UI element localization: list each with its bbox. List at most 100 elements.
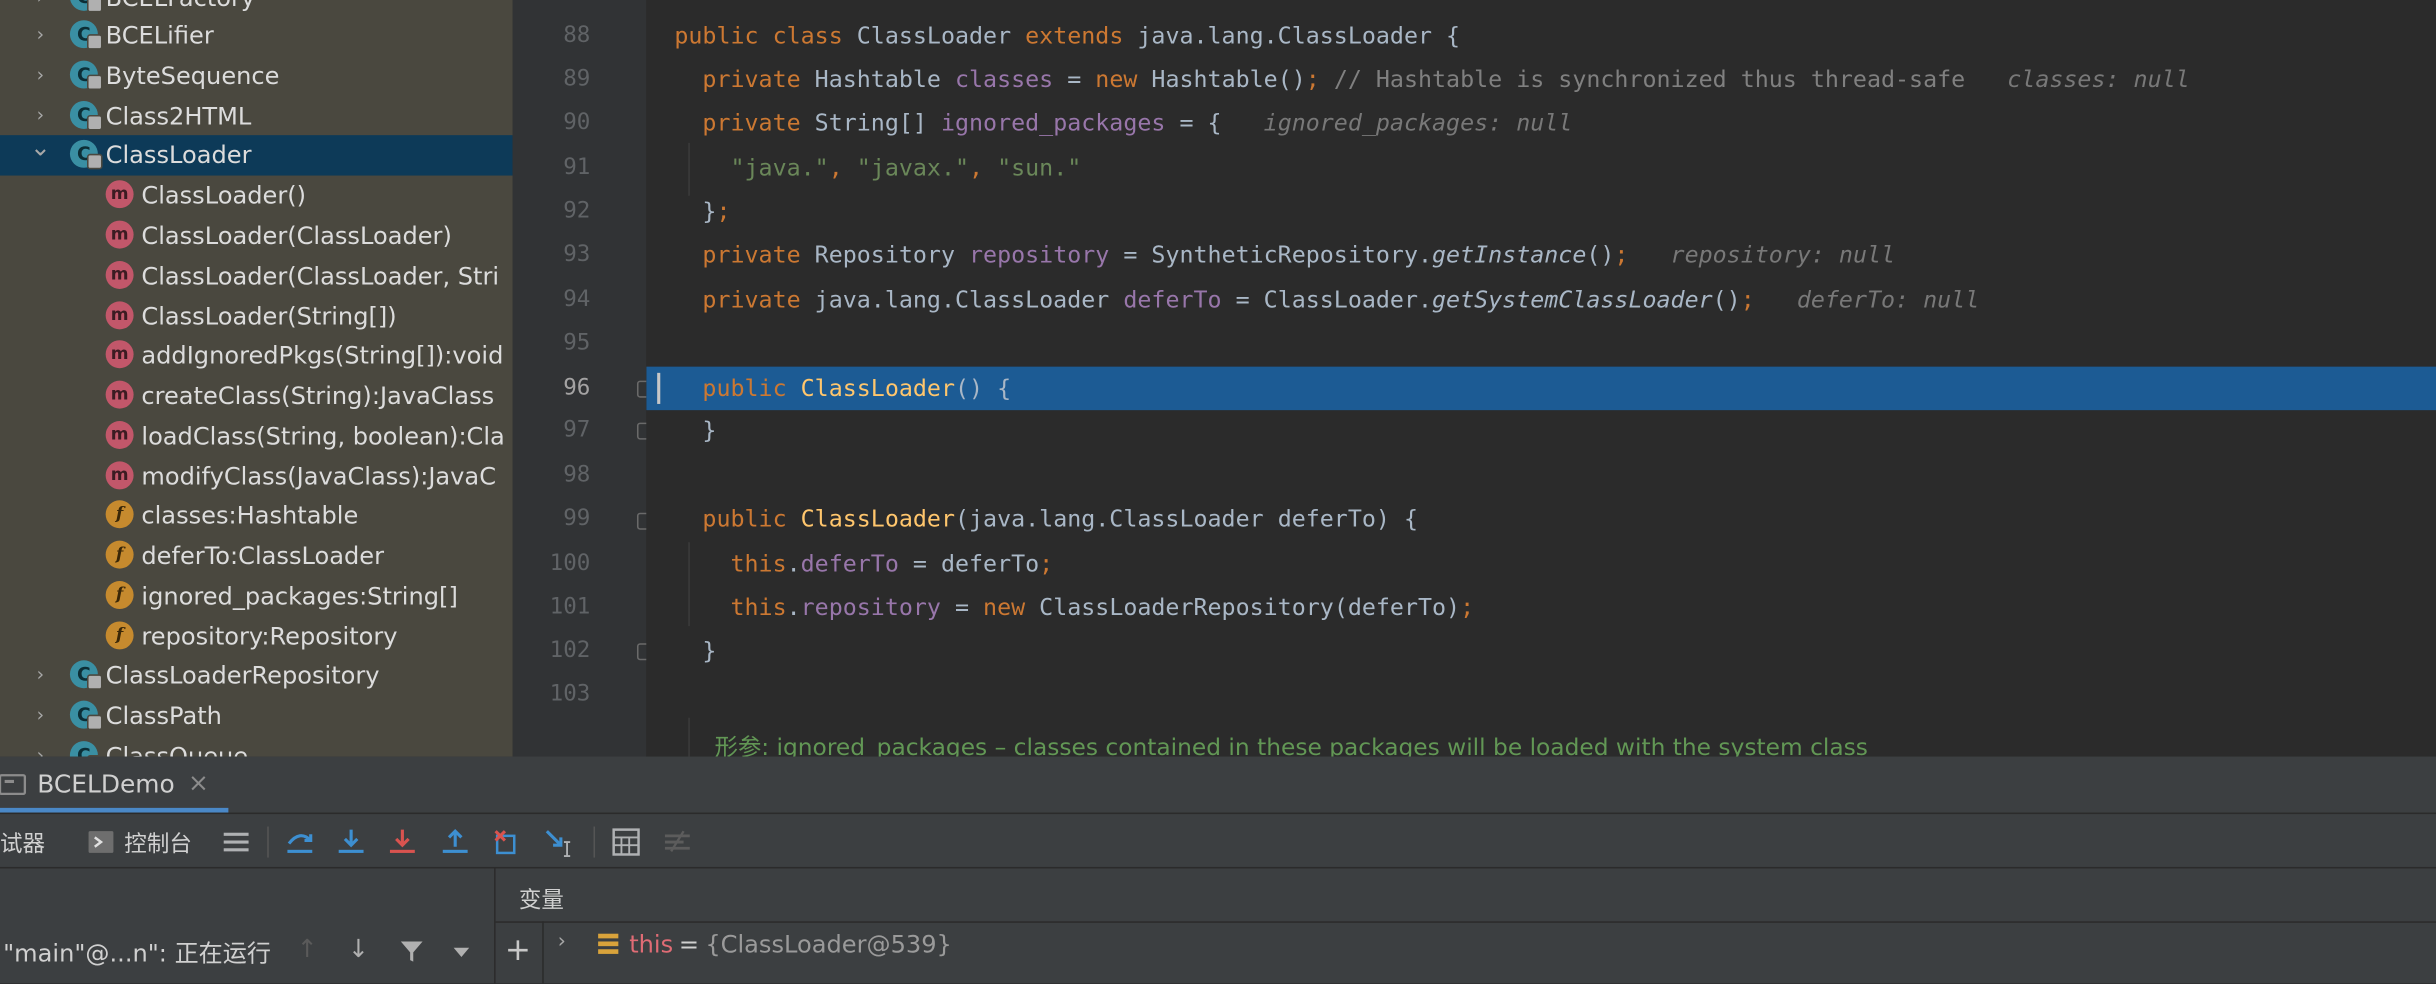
code-line-88: public class ClassLoader extends java.la… (674, 21, 1461, 50)
chevron-right-icon[interactable]: › (30, 62, 52, 87)
arrow-down-icon[interactable]: ↓ (348, 934, 369, 964)
tree-item-label: ignored_packages:String[] (141, 582, 458, 611)
tree-item[interactable]: f repository:Repository (0, 617, 513, 657)
close-icon[interactable]: × (188, 767, 209, 797)
tree-item-label: ClassLoader(String[]) (141, 302, 397, 331)
tree-item[interactable]: m loadClass(String, boolean):Cla (0, 416, 513, 456)
tree-item[interactable]: › C Class2HTML (0, 96, 513, 136)
tree-item[interactable]: m ClassLoader(ClassLoader, Stri (0, 256, 513, 296)
tree-item[interactable]: › C ClassLoaderRepository (0, 656, 513, 696)
line-number: 96 (563, 375, 591, 401)
tree-item[interactable]: › CClassQueue (0, 736, 513, 757)
class-icon: C (69, 60, 103, 91)
tree-item[interactable]: ⌄ C ClassLoader (0, 134, 513, 176)
variables-title: 变量 (518, 888, 564, 914)
tree-item[interactable]: m ClassLoader() (0, 176, 513, 216)
tree-item-label: deferTo:ClassLoader (141, 542, 384, 571)
tree-item[interactable]: f ignored_packages:String[] (0, 576, 513, 616)
chevron-right-icon[interactable]: › (30, 702, 52, 727)
tree-item-label: BCELifier (105, 21, 214, 50)
console-icon (88, 831, 114, 853)
lock-icon (87, 714, 103, 731)
force-step-into-icon[interactable] (387, 827, 418, 858)
inline-value-hint: classes: null (2007, 65, 2190, 94)
variable-value: {ClassLoader@539} (705, 930, 952, 959)
step-out-icon[interactable] (440, 827, 471, 858)
step-into-icon[interactable] (336, 827, 367, 858)
line-number: 89 (563, 66, 591, 92)
tree-item[interactable]: f deferTo:ClassLoader (0, 536, 513, 576)
tree-item[interactable]: f classes:Hashtable (0, 496, 513, 536)
lock-icon (87, 153, 103, 170)
code-editor[interactable]: public class ClassLoader extends java.la… (646, 0, 2436, 757)
filter-icon[interactable] (399, 938, 424, 963)
class-icon: C (69, 139, 103, 170)
tree-item[interactable]: m createClass(String):JavaClass (0, 376, 513, 416)
code-line-96-execution-point: public ClassLoader() { (646, 366, 2436, 411)
class-icon: C (69, 700, 103, 731)
code-line-89: private Hashtable classes = new Hashtabl… (702, 65, 2190, 94)
trace-current-stream-icon[interactable] (662, 827, 693, 858)
method-icon: m (105, 301, 134, 330)
object-field-icon (598, 933, 619, 954)
tree-item-label: Class2HTML (105, 102, 252, 131)
add-watch-icon[interactable]: + (505, 934, 531, 965)
run-to-cursor-icon[interactable] (544, 827, 575, 858)
debug-session-tab[interactable]: BCELDemo × (0, 757, 229, 813)
tree-item-label: addIgnoredPkgs(String[]):void (141, 341, 504, 370)
chevron-right-icon[interactable]: › (558, 931, 566, 954)
line-number: 98 (563, 462, 591, 488)
line-number: 90 (563, 110, 591, 136)
line-number: 93 (563, 242, 591, 268)
tree-item[interactable]: m modifyClass(JavaClass):JavaC (0, 457, 513, 497)
tab-debugger[interactable]: 试器 (0, 827, 45, 860)
line-number: 94 (563, 287, 591, 313)
inline-value-hint: repository: null (1670, 240, 1896, 269)
chevron-down-icon[interactable]: ⌄ (30, 134, 52, 160)
class-icon: C (69, 20, 103, 50)
tree-item[interactable]: m ClassLoader(String[]) (0, 297, 513, 337)
tree-item[interactable]: m addIgnoredPkgs(String[]):void (0, 336, 513, 376)
chevron-right-icon[interactable]: › (30, 0, 52, 9)
tree-item-label: ClassLoader() (141, 181, 307, 210)
code-line-100: this.deferTo = deferTo; (730, 549, 1054, 578)
method-icon: m (105, 340, 134, 369)
lock-icon (87, 114, 103, 131)
tree-item-label: ClassPath (105, 702, 222, 731)
drop-frame-icon[interactable] (491, 827, 522, 858)
tree-item[interactable]: › C ByteSequence (0, 56, 513, 96)
evaluate-expression-icon[interactable] (611, 827, 642, 858)
arrow-up-icon[interactable]: ↑ (297, 934, 318, 964)
method-icon: m (105, 220, 134, 249)
threads-list-icon[interactable] (221, 827, 252, 858)
debug-session-tabbar: BCELDemo × (0, 756, 2436, 815)
chevron-right-icon[interactable]: › (30, 743, 52, 756)
tree-item-label: modifyClass(JavaClass):JavaC (141, 462, 497, 491)
tab-active-indicator (0, 807, 229, 813)
class-icon: C (69, 0, 103, 13)
tree-item[interactable]: m ClassLoader(ClassLoader) (0, 216, 513, 256)
method-icon: m (105, 461, 134, 490)
variable-name: this (629, 930, 674, 959)
code-line-99: public ClassLoader(java.lang.ClassLoader… (702, 504, 1418, 533)
code-line-94: private java.lang.ClassLoader deferTo = … (702, 285, 1980, 314)
project-tree: ›CBCELFactory›CBCELifier›CByteSequence›C… (0, 0, 513, 757)
class-icon: C (69, 741, 103, 757)
code-line-92: }; (646, 197, 731, 226)
thread-selector[interactable]: "main"@...n": 正在运行 (3, 935, 271, 969)
method-icon: m (105, 421, 134, 449)
chevron-right-icon[interactable]: › (30, 22, 52, 47)
tree-item-label: ClassLoaderRepository (105, 661, 380, 690)
field-icon: f (105, 500, 134, 529)
tree-item[interactable]: › C ClassPath (0, 696, 513, 736)
chevron-down-icon[interactable] (452, 945, 471, 961)
chevron-right-icon[interactable]: › (30, 662, 52, 687)
tree-item-label: ClassLoader(ClassLoader, Stri (141, 262, 500, 291)
inline-value-hint: ignored_packages: null (1263, 108, 1573, 137)
variable-row-this[interactable]: › this = {ClassLoader@539} (558, 931, 1490, 965)
lock-icon (87, 34, 103, 50)
step-over-icon[interactable] (284, 827, 315, 858)
class-icon: C (69, 100, 103, 131)
tree-item[interactable]: › C BCELifier (0, 16, 513, 56)
chevron-right-icon[interactable]: › (30, 103, 52, 128)
